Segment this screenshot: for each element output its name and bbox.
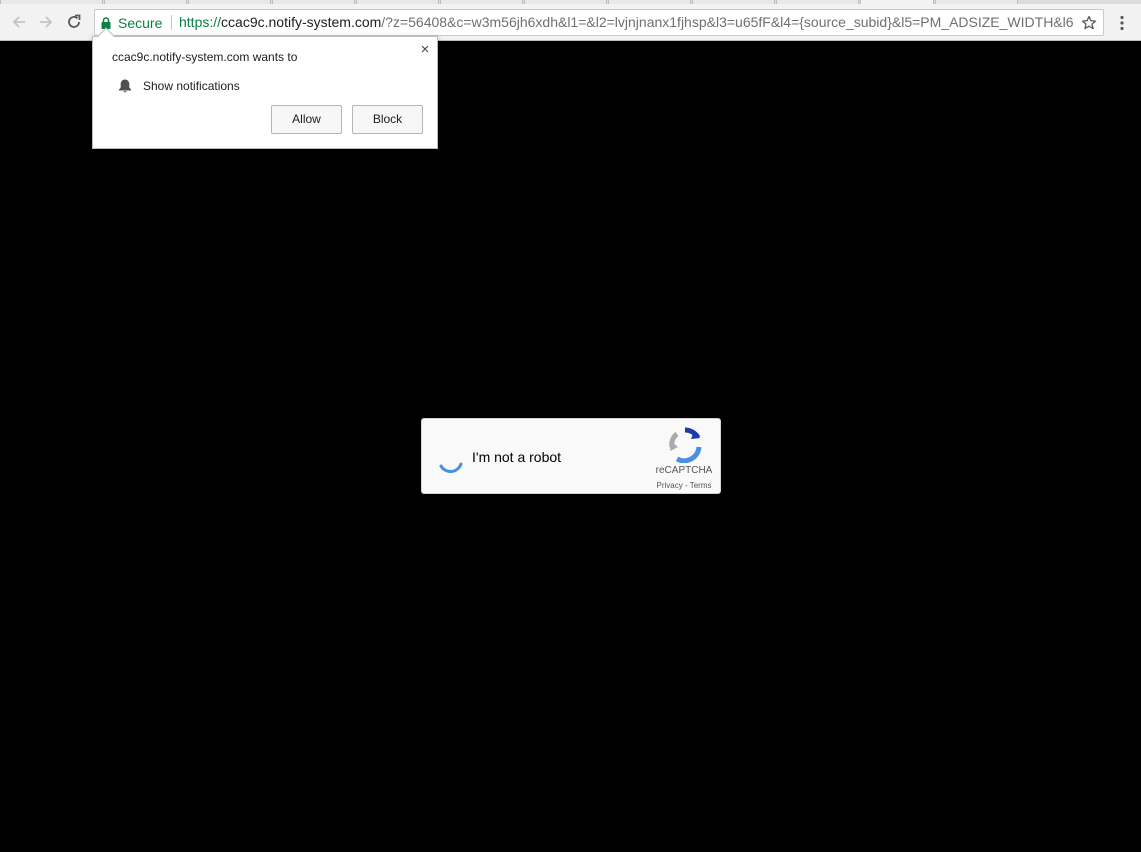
close-icon[interactable]: × <box>418 42 432 57</box>
permission-label: Show notifications <box>143 79 240 93</box>
back-arrow-icon <box>12 16 25 28</box>
star-icon <box>1081 15 1097 30</box>
recaptcha-privacy-terms-link[interactable]: Privacy - Terms <box>648 481 720 490</box>
allow-button[interactable]: Allow <box>271 105 342 134</box>
prompt-title: ccac9c.notify-system.com wants to <box>112 50 298 64</box>
url-scheme: https:// <box>179 14 222 30</box>
block-button[interactable]: Block <box>352 105 423 134</box>
url-path: /?z=56408&c=w3m56jh6xdh&l1=&l2=lvjnjnanx… <box>381 14 1074 30</box>
recaptcha-checkbox-label[interactable]: I'm not a robot <box>472 449 561 465</box>
recaptcha-widget: I'm not a robot reCAPTCHA Privacy - Term… <box>421 418 721 494</box>
recaptcha-logo-icon <box>669 427 702 463</box>
forward-button[interactable] <box>34 10 58 34</box>
forward-arrow-icon <box>40 16 53 28</box>
reload-button[interactable] <box>62 10 86 34</box>
address-bar[interactable]: Secure https://ccac9c.notify-system.com/… <box>94 9 1104 36</box>
notification-permission-prompt: ccac9c.notify-system.com wants to × Show… <box>92 27 438 149</box>
menu-dots-icon <box>1120 15 1124 31</box>
recaptcha-brand: reCAPTCHA <box>655 465 713 476</box>
browser-menu-button[interactable] <box>1114 12 1130 34</box>
bell-icon <box>119 79 131 93</box>
bookmark-button[interactable] <box>1079 13 1099 33</box>
loading-spinner-icon[interactable] <box>438 447 464 473</box>
url-text[interactable]: https://ccac9c.notify-system.com/?z=5640… <box>179 10 1075 35</box>
back-button[interactable] <box>7 10 31 34</box>
url-host: ccac9c.notify-system.com <box>221 14 382 30</box>
address-bar-separator <box>171 15 172 30</box>
reload-icon <box>68 14 81 28</box>
security-label: Secure <box>118 14 163 31</box>
